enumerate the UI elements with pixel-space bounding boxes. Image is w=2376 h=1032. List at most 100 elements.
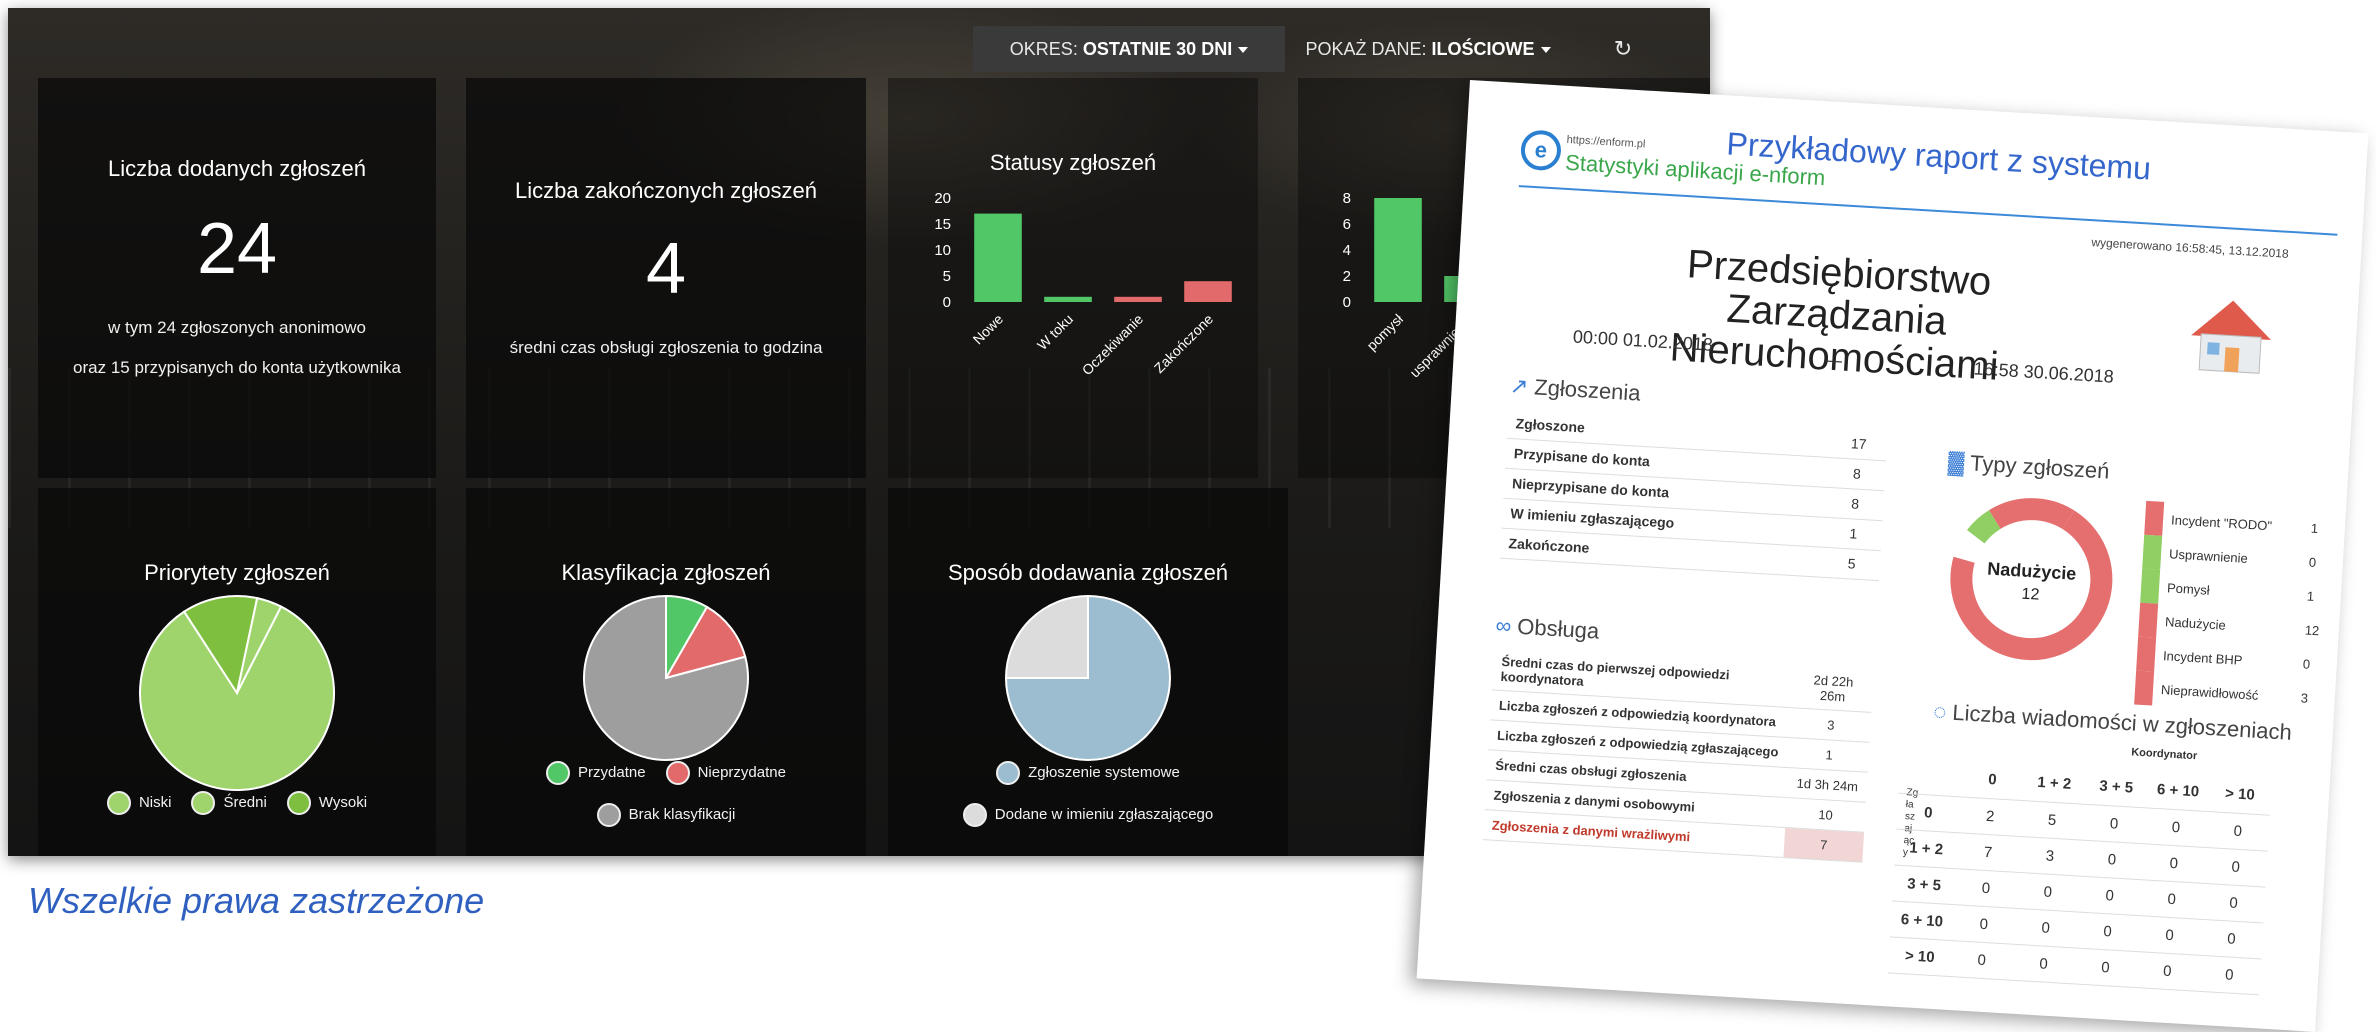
legend-label: Nieprzydatne <box>697 764 786 781</box>
house-icon <box>2191 300 2271 374</box>
legend-item: Zgłoszenie systemowe <box>996 756 1180 790</box>
legend-label: Średni <box>223 794 267 811</box>
type-label: Nadużycie <box>2164 613 2227 633</box>
matrix-corner <box>1898 756 1963 797</box>
classification-pie <box>583 594 749 761</box>
row-value: 5 <box>1822 546 1881 581</box>
donut-segment <box>1989 498 2075 530</box>
donut-value: 12 <box>2021 586 2040 604</box>
status-chart-title: Statusy zgłoszeń <box>989 150 1157 175</box>
closed-reports-panel: Liczba zakończonych zgłoszeń 4 średni cz… <box>466 78 866 478</box>
type-value: 0 <box>2302 655 2311 672</box>
priority-chart-title: Priorytety zgłoszeń <box>144 560 330 585</box>
row-value: 17 <box>1829 427 1888 461</box>
x-tick-label: Nowe <box>969 311 1006 348</box>
legend-swatch <box>286 791 311 815</box>
legend-swatch <box>962 803 987 827</box>
data-mode-label: POKAŻ DANE: <box>1305 39 1427 59</box>
x-tick-label: pomysł <box>1363 310 1406 353</box>
report-generated: wygenerowano 16:58:45, 13.12.2018 <box>2091 235 2290 261</box>
source-chart-panel: Sposób dodawania zgłoszeń Zgłoszenie sys… <box>888 488 1288 856</box>
matrix-row-header: 3 + 5 <box>1892 864 1957 905</box>
donut-segment <box>1953 530 1985 564</box>
legend-item: Wysoki <box>286 786 367 820</box>
status-chart: 20 15 10 5 0 Nowe W toku Oczekiwanie Zakończone <box>934 190 1232 379</box>
legend-item: Dodane w imieniu zgłaszającego <box>962 798 1213 832</box>
bar <box>1114 296 1162 302</box>
type-value: 1 <box>2306 588 2315 604</box>
report-section-typy: ▓ Typy zgłoszeń <box>1947 449 2110 485</box>
legend-item: Niski <box>106 786 172 820</box>
data-mode-dropdown[interactable]: POKAŻ DANE: ILOŚCIOWE <box>1298 26 1558 72</box>
report-type-donut: Nadużycie 12 <box>1950 498 2113 661</box>
legend-item: Brak klasyfikacji <box>596 798 736 832</box>
status-chart-panel: Statusy zgłoszeń 20 15 10 5 0 Nowe W toku Oczek… <box>888 78 1258 478</box>
priority-pie <box>139 595 335 791</box>
top-bar: OKRES: OSTATNIE 30 DNI POKAŻ DANE: ILOŚC… <box>8 8 1710 78</box>
period-label: OKRES: <box>1009 39 1078 59</box>
report-wiad-col-header: Koordynator <box>2130 746 2198 763</box>
chat-icon: ◌ <box>1932 698 1948 725</box>
x-tick-label: W toku <box>1034 311 1076 353</box>
type-color-bar <box>2142 534 2163 570</box>
report-section-obsluga: ∞ Obsługa <box>1495 613 1600 645</box>
y-tick-label: 0 <box>943 294 951 311</box>
legend-swatch <box>191 791 216 815</box>
matrix-col-header: 1 + 2 <box>2022 764 2087 804</box>
added-reports-panel: Liczba dodanych zgłoszeń 24 w tym 24 zgł… <box>38 78 436 478</box>
report-section-typy-title: Typy zgłoszeń <box>1969 450 2111 484</box>
report-document: e https://enform.pl Statystyki aplikacji… <box>1416 80 2369 1032</box>
refresh-button[interactable]: ↻ <box>1603 26 1643 72</box>
y-tick-label: 6 <box>1343 216 1351 233</box>
type-color-bar <box>2140 568 2161 604</box>
matrix-cell: 0 <box>1951 904 2016 944</box>
y-tick-label: 20 <box>934 190 951 207</box>
row-value: 2d 22h 26m <box>1792 665 1874 713</box>
period-dropdown[interactable]: OKRES: OSTATNIE 30 DNI <box>973 26 1285 72</box>
source-chart-title: Sposób dodawania zgłoszeń <box>947 560 1229 585</box>
legend-label: Przydatne <box>578 764 646 781</box>
matrix-cell: 0 <box>2137 915 2202 955</box>
matrix-cell: 0 <box>2143 807 2208 847</box>
bar <box>1374 198 1422 302</box>
handshake-icon: ∞ <box>1494 612 1513 639</box>
added-reports-title: Liczba dodanych zgłoszeń <box>107 156 367 181</box>
matrix-row-header: 1 + 2 <box>1894 828 1959 869</box>
legend-item: Średni <box>191 786 267 820</box>
legend-swatch <box>106 791 131 815</box>
matrix-cell: 0 <box>2079 839 2144 880</box>
y-tick-label: 10 <box>934 242 951 259</box>
x-tick-label: Zakończone <box>1151 311 1216 376</box>
report-section-obsluga-title: Obsługa <box>1516 613 1600 644</box>
type-label: Usprawnienie <box>2168 545 2249 566</box>
x-tick-label: Oczekiwanie <box>1079 311 1147 379</box>
matrix-cell: 0 <box>1949 940 2014 980</box>
matrix-cell: 0 <box>2141 843 2206 883</box>
matrix-row-header: > 10 <box>1887 936 1952 977</box>
added-reports-value: 24 <box>196 209 278 289</box>
y-tick-label: 0 <box>1343 294 1351 311</box>
legend-label: Brak klasyfikacji <box>628 806 736 823</box>
priority-chart-panel: Priorytety zgłoszeń Niski Średni Wysoki <box>38 488 436 856</box>
matrix-cell: 0 <box>2073 947 2138 988</box>
legend-swatch <box>546 761 571 785</box>
legend-label: Niski <box>138 794 172 811</box>
legend-item: Nieprzydatne <box>665 756 786 790</box>
matrix-cell: 0 <box>2015 871 2080 912</box>
source-pie <box>1004 594 1171 761</box>
matrix-cell: 0 <box>2135 951 2200 991</box>
bar-chart-icon: ▓ <box>1947 449 1965 475</box>
report-url: https://enform.pl <box>1566 133 1646 151</box>
y-tick-label: 2 <box>1343 268 1351 285</box>
row-value: 3 <box>1790 707 1872 743</box>
row-value: 1 <box>1824 516 1883 551</box>
type-color-bar <box>2144 500 2165 536</box>
bar <box>1044 296 1092 302</box>
classification-chart-title: Klasyfikacja zgłoszeń <box>561 560 771 585</box>
matrix-col-header: > 10 <box>2207 775 2272 815</box>
matrix-cell: 5 <box>2020 800 2085 840</box>
matrix-row-header: 0 <box>1896 792 1961 833</box>
matrix-cell: 0 <box>1953 868 2019 908</box>
report-section-zgloszenia: ↗ Zgłoszenia <box>1509 373 1641 407</box>
row-value: 8 <box>1827 456 1887 491</box>
